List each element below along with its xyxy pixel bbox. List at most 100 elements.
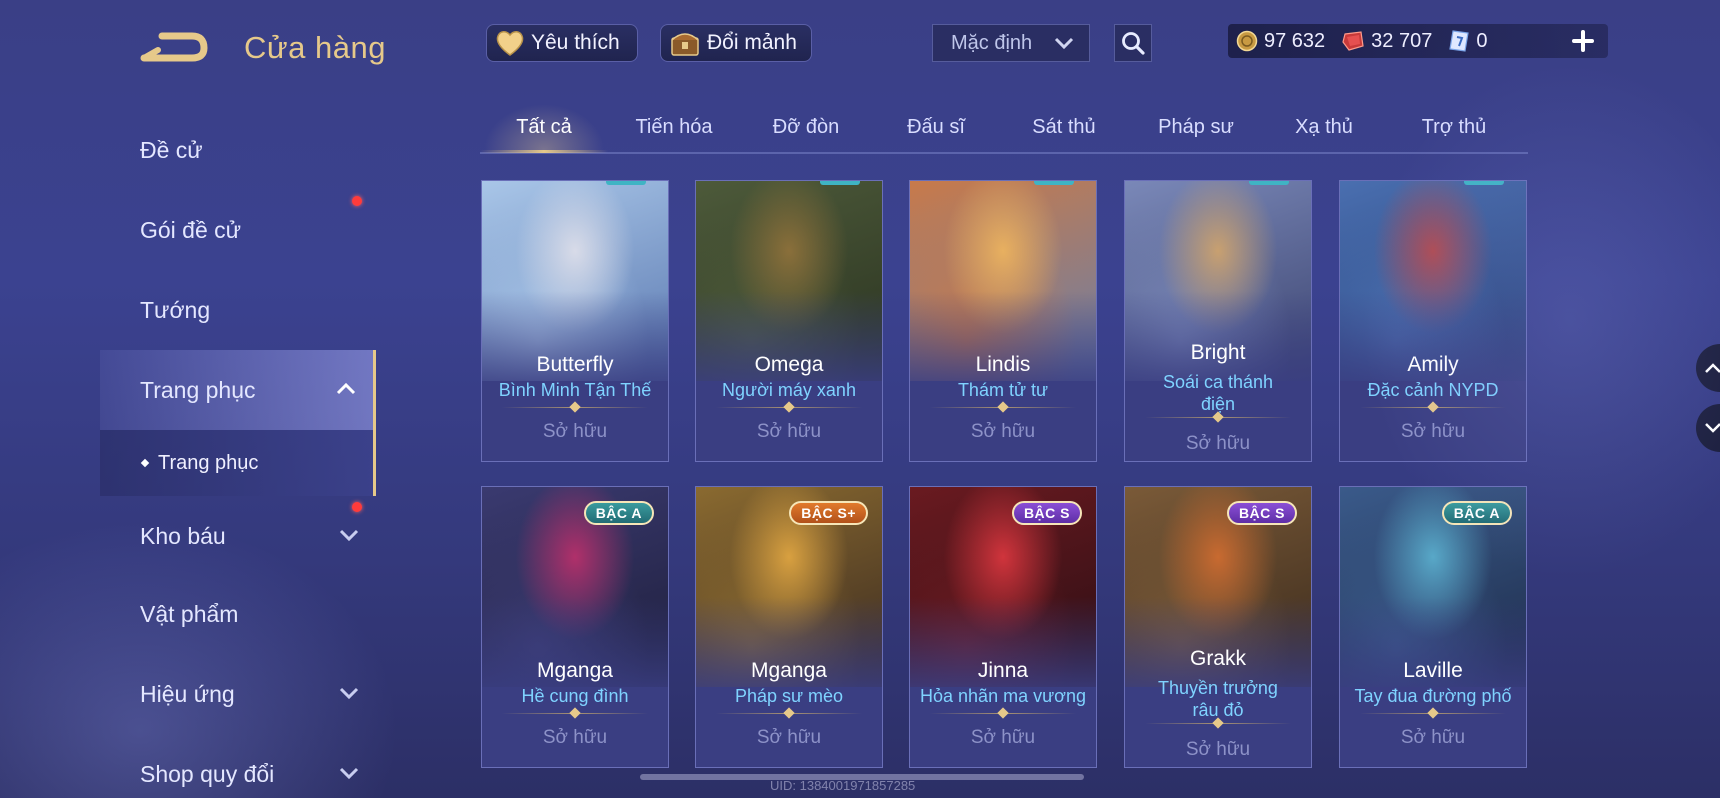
- chevron-up-icon: [1705, 363, 1720, 373]
- card-top-tag: [1464, 181, 1504, 185]
- skin-card[interactable]: Omega Người máy xanh Sở hữu: [695, 180, 883, 462]
- sidebar-item-label: Đề cử: [140, 136, 203, 163]
- card-top-tag: [820, 181, 860, 185]
- sidebar-item-label: Gói đề cử: [140, 216, 242, 243]
- skin-art-image: [1340, 181, 1526, 381]
- ruby-balance: 32 707: [1341, 30, 1432, 53]
- scroll-down-button[interactable]: [1696, 404, 1720, 452]
- notification-dot: [352, 196, 362, 206]
- hero-name: Bright: [1190, 341, 1246, 364]
- divider-gem-icon: [1427, 401, 1439, 413]
- tab-support[interactable]: Trợ thủ: [1394, 116, 1514, 139]
- ownership-status: Sở hữu: [1185, 433, 1251, 454]
- sidebar-item-items[interactable]: Vật phẩm: [100, 578, 376, 650]
- card-info-panel: [1340, 381, 1526, 461]
- sidebar-item-label: Tướng: [140, 296, 211, 323]
- currency-bar: 97 632 32 707 0: [1228, 24, 1608, 58]
- active-tab-underline: [480, 150, 608, 153]
- hero-name: Mganga: [537, 659, 613, 682]
- uid-watermark: UID: 1384001971857285: [770, 778, 916, 793]
- skin-card[interactable]: Amily Đặc cảnh NYPD Sở hữu: [1339, 180, 1527, 462]
- back-button[interactable]: [140, 28, 212, 68]
- chevron-down-icon: [339, 529, 359, 542]
- bullet-diamond-icon: [140, 458, 150, 468]
- ownership-status: Sở hữu: [756, 421, 822, 442]
- chevron-down-icon: [1705, 423, 1720, 433]
- exchange-fragments-button[interactable]: Đổi mảnh: [660, 24, 812, 62]
- hero-name: Jinna: [977, 659, 1029, 682]
- hero-name: Grakk: [1189, 647, 1246, 670]
- ownership-status: Sở hữu: [1400, 421, 1466, 442]
- sidebar-item-skins[interactable]: Trang phục: [100, 350, 376, 430]
- gold-amount: 97 632: [1264, 29, 1326, 52]
- tab-all[interactable]: Tất cả: [484, 116, 604, 139]
- skin-card[interactable]: BẬC A Mganga Hề cung đình Sở hữu: [481, 486, 669, 768]
- plus-icon: [1572, 30, 1594, 52]
- sidebar-item-heroes[interactable]: Tướng: [100, 274, 376, 346]
- hero-name: Butterfly: [536, 353, 614, 376]
- sidebar-item-label: Kho báu: [140, 522, 226, 549]
- tab-fighter[interactable]: Đấu sĩ: [876, 116, 996, 139]
- chest-icon: [671, 33, 699, 56]
- skin-name: Đặc cảnh NYPD: [1367, 380, 1499, 400]
- chevron-down-icon: [1054, 37, 1074, 50]
- voucher-amount: 0: [1476, 29, 1488, 52]
- sidebar-item-treasure[interactable]: Kho báu: [100, 500, 376, 572]
- exchange-label: Đổi mảnh: [707, 31, 797, 54]
- skin-card[interactable]: BẬC S Grakk Thuyền trưởng râu đỏ Sở hữu: [1124, 486, 1312, 768]
- tier-badge: BẬC A: [1441, 501, 1512, 525]
- gold-coin-icon: [1236, 30, 1258, 52]
- tier-badge: BẬC S: [1226, 501, 1297, 525]
- skin-name: Thám tử tư: [957, 380, 1049, 400]
- tab-evolution[interactable]: Tiến hóa: [614, 116, 734, 139]
- favorites-button[interactable]: Yêu thích: [486, 24, 638, 62]
- sidebar-item-label: Shop quy đổi: [140, 760, 275, 787]
- ownership-status: Sở hữu: [542, 727, 608, 748]
- ruby-amount: 32 707: [1371, 29, 1433, 52]
- sidebar-item-exchange-shop[interactable]: Shop quy đổi: [100, 738, 376, 798]
- tab-tank[interactable]: Đỡ đòn: [746, 116, 866, 139]
- sidebar-item-label: Trang phục: [140, 376, 256, 403]
- tab-mage[interactable]: Pháp sư: [1136, 116, 1256, 139]
- ruby-gem-icon: [1342, 31, 1364, 51]
- ownership-status: Sở hữu: [756, 727, 822, 748]
- tab-marksman[interactable]: Xạ thủ: [1264, 116, 1384, 139]
- shop-screen: Cửa hàng Yêu thích Đổi mảnh Mặc định 97 …: [0, 0, 1720, 798]
- skin-card[interactable]: Bright Soái ca thánh điện Sở hữu: [1124, 180, 1312, 462]
- hero-name: Mganga: [751, 659, 827, 682]
- skin-name: Hề cung đình: [521, 686, 629, 706]
- skin-card[interactable]: Butterfly Bình Minh Tận Thế Sở hữu: [481, 180, 669, 462]
- tier-badge: BẬC A: [583, 501, 654, 525]
- hero-name: Lindis: [975, 353, 1031, 376]
- skin-card[interactable]: Lindis Thám tử tư Sở hữu: [909, 180, 1097, 462]
- sidebar-subitem-label: Trang phục: [158, 451, 259, 474]
- sidebar-subitem-skins[interactable]: Trang phục: [100, 430, 376, 496]
- tier-badge: BẬC S+: [789, 501, 868, 525]
- skin-card[interactable]: BẬC S+ Mganga Pháp sư mèo Sở hữu: [695, 486, 883, 768]
- back-arrow-icon: [140, 32, 208, 62]
- skin-card[interactable]: BẬC S Jinna Hỏa nhãn ma vương Sở hữu: [909, 486, 1097, 768]
- sidebar-item-label: Hiệu ứng: [140, 680, 235, 707]
- favorites-label: Yêu thích: [531, 31, 620, 54]
- ownership-status: Sở hữu: [970, 421, 1036, 442]
- role-tabs: Tất cả Tiến hóa Đỡ đòn Đấu sĩ Sát thủ Ph…: [480, 104, 1528, 154]
- skin-name: Người máy xanh: [722, 380, 856, 400]
- card-top-tag: [1034, 181, 1074, 185]
- hero-name: Omega: [754, 353, 824, 376]
- chevron-down-icon: [339, 767, 359, 780]
- tab-assassin[interactable]: Sát thủ: [1004, 116, 1124, 139]
- add-currency-button[interactable]: [1566, 24, 1600, 58]
- skin-card[interactable]: BẬC A Laville Tay đua đường phố Sở hữu: [1339, 486, 1527, 768]
- sidebar-item-effects[interactable]: Hiệu ứng: [100, 658, 376, 730]
- sidebar-item-featured[interactable]: Đề cử: [100, 114, 376, 186]
- scroll-up-button[interactable]: [1696, 344, 1720, 392]
- search-button[interactable]: [1114, 24, 1152, 62]
- ownership-status: Sở hữu: [1185, 739, 1251, 760]
- sort-dropdown[interactable]: Mặc định: [932, 24, 1090, 62]
- sidebar-item-featured-packs[interactable]: Gói đề cử: [100, 194, 376, 266]
- sidebar-item-label: Vật phẩm: [140, 600, 239, 627]
- search-icon: [1122, 32, 1145, 55]
- chevron-up-icon: [336, 382, 356, 395]
- ownership-status: Sở hữu: [1400, 727, 1466, 748]
- sidebar: Đề cử Gói đề cử Tướng Trang phục Trang p…: [100, 100, 376, 798]
